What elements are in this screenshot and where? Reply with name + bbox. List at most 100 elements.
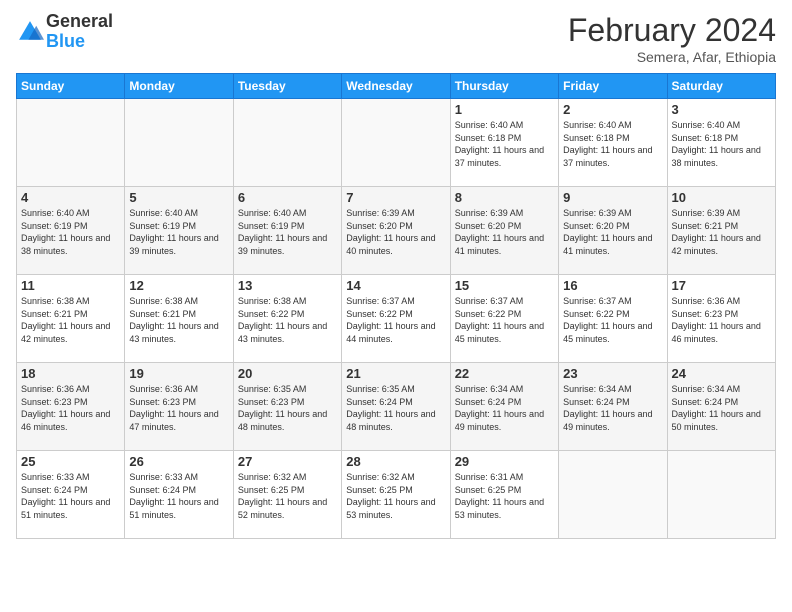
day-info: Sunrise: 6:36 AM Sunset: 6:23 PM Dayligh…	[129, 383, 228, 433]
day-info: Sunrise: 6:31 AM Sunset: 6:25 PM Dayligh…	[455, 471, 554, 521]
day-cell: 4 Sunrise: 6:40 AM Sunset: 6:19 PM Daylig…	[17, 187, 125, 275]
day-number: 7	[346, 190, 445, 205]
day-cell: 20 Sunrise: 6:35 AM Sunset: 6:23 PM Dayli…	[233, 363, 341, 451]
day-number: 19	[129, 366, 228, 381]
day-cell: 27 Sunrise: 6:32 AM Sunset: 6:25 PM Dayli…	[233, 451, 341, 539]
day-info: Sunrise: 6:40 AM Sunset: 6:18 PM Dayligh…	[455, 119, 554, 169]
day-info: Sunrise: 6:33 AM Sunset: 6:24 PM Dayligh…	[21, 471, 120, 521]
day-cell: 26Sunrise: 6:33 AM Sunset: 6:24 PM Dayli…	[125, 451, 233, 539]
week-row-3: 18 Sunrise: 6:36 AM Sunset: 6:23 PM Dayli…	[17, 363, 776, 451]
day-cell	[559, 451, 667, 539]
day-number: 2	[563, 102, 662, 117]
day-number: 1	[455, 102, 554, 117]
day-number: 10	[672, 190, 771, 205]
day-number: 24	[672, 366, 771, 381]
day-number: 25	[21, 454, 120, 469]
title-block: February 2024 Semera, Afar, Ethiopia	[568, 12, 776, 65]
day-number: 20	[238, 366, 337, 381]
day-number: 4	[21, 190, 120, 205]
day-number: 9	[563, 190, 662, 205]
day-info: Sunrise: 6:38 AM Sunset: 6:21 PM Dayligh…	[21, 295, 120, 345]
day-info: Sunrise: 6:40 AM Sunset: 6:19 PM Dayligh…	[238, 207, 337, 257]
day-cell	[125, 99, 233, 187]
logo-text: General Blue	[46, 12, 113, 52]
day-info: Sunrise: 6:34 AM Sunset: 6:24 PM Dayligh…	[455, 383, 554, 433]
day-info: Sunrise: 6:36 AM Sunset: 6:23 PM Dayligh…	[21, 383, 120, 433]
day-number: 13	[238, 278, 337, 293]
day-cell: 6 Sunrise: 6:40 AM Sunset: 6:19 PM Daylig…	[233, 187, 341, 275]
day-cell: 21 Sunrise: 6:35 AM Sunset: 6:24 PM Dayli…	[342, 363, 450, 451]
col-friday: Friday	[559, 74, 667, 99]
day-cell: 7 Sunrise: 6:39 AM Sunset: 6:20 PM Daylig…	[342, 187, 450, 275]
day-cell: 10 Sunrise: 6:39 AM Sunset: 6:21 PM Dayli…	[667, 187, 775, 275]
day-info: Sunrise: 6:39 AM Sunset: 6:20 PM Dayligh…	[346, 207, 445, 257]
day-info: Sunrise: 6:34 AM Sunset: 6:24 PM Dayligh…	[563, 383, 662, 433]
day-number: 3	[672, 102, 771, 117]
day-cell: 8 Sunrise: 6:39 AM Sunset: 6:20 PM Daylig…	[450, 187, 558, 275]
day-info: Sunrise: 6:39 AM Sunset: 6:20 PM Dayligh…	[563, 207, 662, 257]
day-cell: 11 Sunrise: 6:38 AM Sunset: 6:21 PM Dayli…	[17, 275, 125, 363]
calendar-table: Sunday Monday Tuesday Wednesday Thursday…	[16, 73, 776, 539]
day-number: 15	[455, 278, 554, 293]
day-number: 29	[455, 454, 554, 469]
day-number: 14	[346, 278, 445, 293]
day-info: Sunrise: 6:34 AM Sunset: 6:24 PM Dayligh…	[672, 383, 771, 433]
col-saturday: Saturday	[667, 74, 775, 99]
day-number: 28	[346, 454, 445, 469]
week-row-2: 11 Sunrise: 6:38 AM Sunset: 6:21 PM Dayli…	[17, 275, 776, 363]
day-info: Sunrise: 6:37 AM Sunset: 6:22 PM Dayligh…	[346, 295, 445, 345]
day-cell	[17, 99, 125, 187]
day-cell: 14 Sunrise: 6:37 AM Sunset: 6:22 PM Dayli…	[342, 275, 450, 363]
col-wednesday: Wednesday	[342, 74, 450, 99]
day-info: Sunrise: 6:36 AM Sunset: 6:23 PM Dayligh…	[672, 295, 771, 345]
day-cell: 17Sunrise: 6:36 AM Sunset: 6:23 PM Dayli…	[667, 275, 775, 363]
day-number: 11	[21, 278, 120, 293]
day-cell: 19 Sunrise: 6:36 AM Sunset: 6:23 PM Dayli…	[125, 363, 233, 451]
day-info: Sunrise: 6:40 AM Sunset: 6:18 PM Dayligh…	[672, 119, 771, 169]
day-info: Sunrise: 6:32 AM Sunset: 6:25 PM Dayligh…	[238, 471, 337, 521]
day-info: Sunrise: 6:35 AM Sunset: 6:24 PM Dayligh…	[346, 383, 445, 433]
day-cell	[233, 99, 341, 187]
logo-general: General	[46, 11, 113, 31]
day-number: 8	[455, 190, 554, 205]
day-info: Sunrise: 6:40 AM Sunset: 6:19 PM Dayligh…	[21, 207, 120, 257]
week-row-0: 1 Sunrise: 6:40 AM Sunset: 6:18 PM Daylig…	[17, 99, 776, 187]
day-cell	[342, 99, 450, 187]
day-info: Sunrise: 6:33 AM Sunset: 6:24 PM Dayligh…	[129, 471, 228, 521]
day-number: 22	[455, 366, 554, 381]
day-info: Sunrise: 6:37 AM Sunset: 6:22 PM Dayligh…	[455, 295, 554, 345]
day-info: Sunrise: 6:35 AM Sunset: 6:23 PM Dayligh…	[238, 383, 337, 433]
day-info: Sunrise: 6:39 AM Sunset: 6:21 PM Dayligh…	[672, 207, 771, 257]
day-number: 18	[21, 366, 120, 381]
col-sunday: Sunday	[17, 74, 125, 99]
header: General Blue February 2024 Semera, Afar,…	[16, 12, 776, 65]
day-cell: 15 Sunrise: 6:37 AM Sunset: 6:22 PM Dayli…	[450, 275, 558, 363]
col-tuesday: Tuesday	[233, 74, 341, 99]
header-row: Sunday Monday Tuesday Wednesday Thursday…	[17, 74, 776, 99]
day-cell: 18 Sunrise: 6:36 AM Sunset: 6:23 PM Dayli…	[17, 363, 125, 451]
day-cell: 5Sunrise: 6:40 AM Sunset: 6:19 PM Daylig…	[125, 187, 233, 275]
logo-icon	[16, 18, 44, 46]
day-cell: 25 Sunrise: 6:33 AM Sunset: 6:24 PM Dayli…	[17, 451, 125, 539]
day-number: 16	[563, 278, 662, 293]
col-monday: Monday	[125, 74, 233, 99]
day-number: 21	[346, 366, 445, 381]
logo: General Blue	[16, 12, 113, 52]
day-cell: 3 Sunrise: 6:40 AM Sunset: 6:18 PM Daylig…	[667, 99, 775, 187]
day-cell: 1 Sunrise: 6:40 AM Sunset: 6:18 PM Daylig…	[450, 99, 558, 187]
day-number: 27	[238, 454, 337, 469]
day-info: Sunrise: 6:39 AM Sunset: 6:20 PM Dayligh…	[455, 207, 554, 257]
week-row-1: 4 Sunrise: 6:40 AM Sunset: 6:19 PM Daylig…	[17, 187, 776, 275]
day-cell	[667, 451, 775, 539]
day-cell: 28Sunrise: 6:32 AM Sunset: 6:25 PM Dayli…	[342, 451, 450, 539]
day-number: 6	[238, 190, 337, 205]
day-cell: 12Sunrise: 6:38 AM Sunset: 6:21 PM Dayli…	[125, 275, 233, 363]
day-number: 12	[129, 278, 228, 293]
day-cell: 29 Sunrise: 6:31 AM Sunset: 6:25 PM Dayli…	[450, 451, 558, 539]
day-info: Sunrise: 6:37 AM Sunset: 6:22 PM Dayligh…	[563, 295, 662, 345]
cal-title: February 2024	[568, 12, 776, 49]
day-cell: 13Sunrise: 6:38 AM Sunset: 6:22 PM Dayli…	[233, 275, 341, 363]
day-info: Sunrise: 6:40 AM Sunset: 6:18 PM Dayligh…	[563, 119, 662, 169]
day-cell: 24 Sunrise: 6:34 AM Sunset: 6:24 PM Dayli…	[667, 363, 775, 451]
cal-subtitle: Semera, Afar, Ethiopia	[568, 49, 776, 65]
